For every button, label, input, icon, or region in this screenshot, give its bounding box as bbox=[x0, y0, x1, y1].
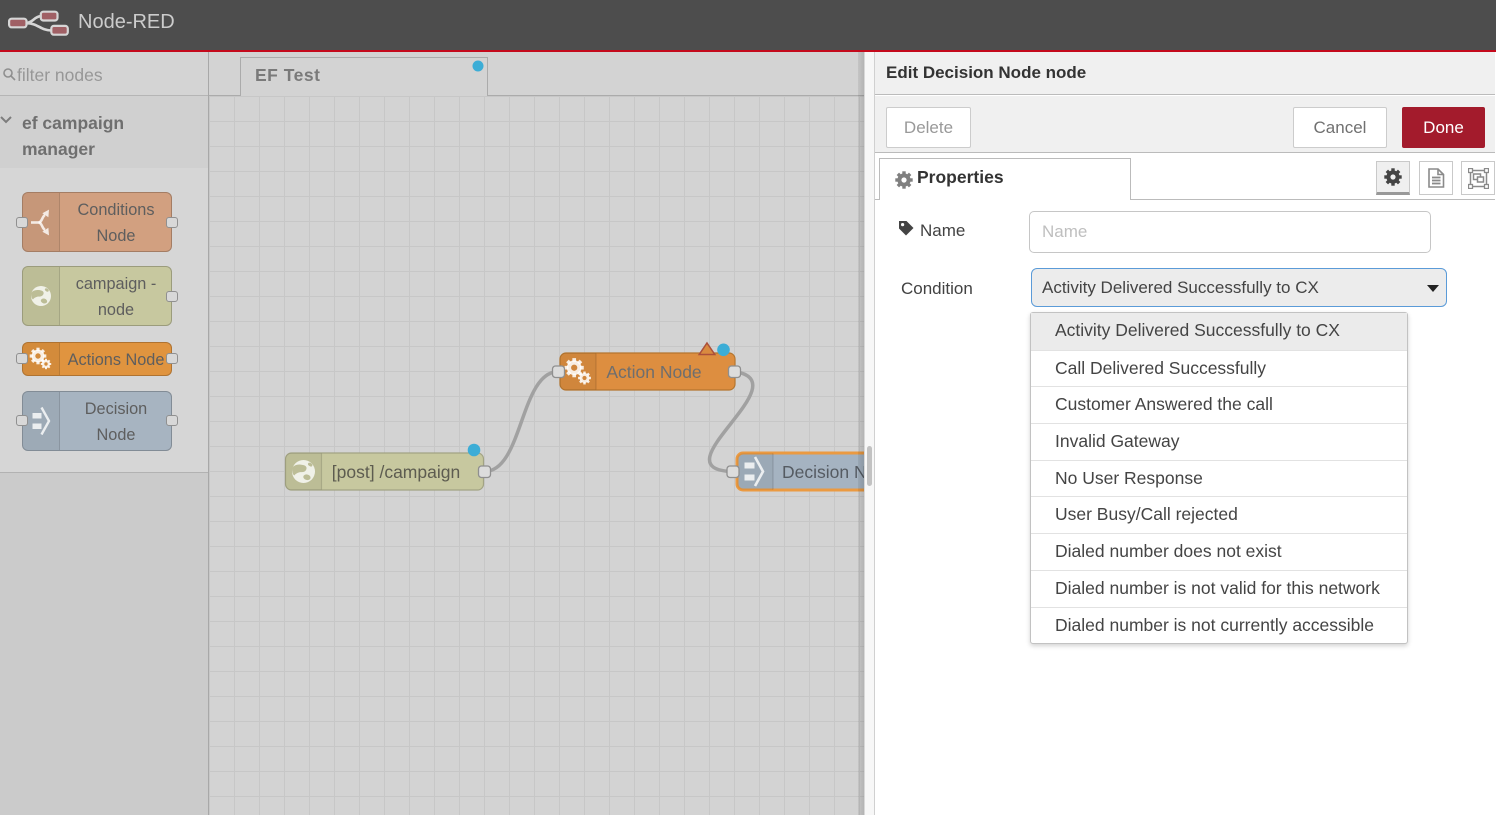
svg-text:Action Node: Action Node bbox=[606, 362, 701, 382]
svg-text:Decision Node: Decision Node bbox=[782, 462, 864, 482]
svg-text:[post] /campaign: [post] /campaign bbox=[332, 462, 460, 482]
